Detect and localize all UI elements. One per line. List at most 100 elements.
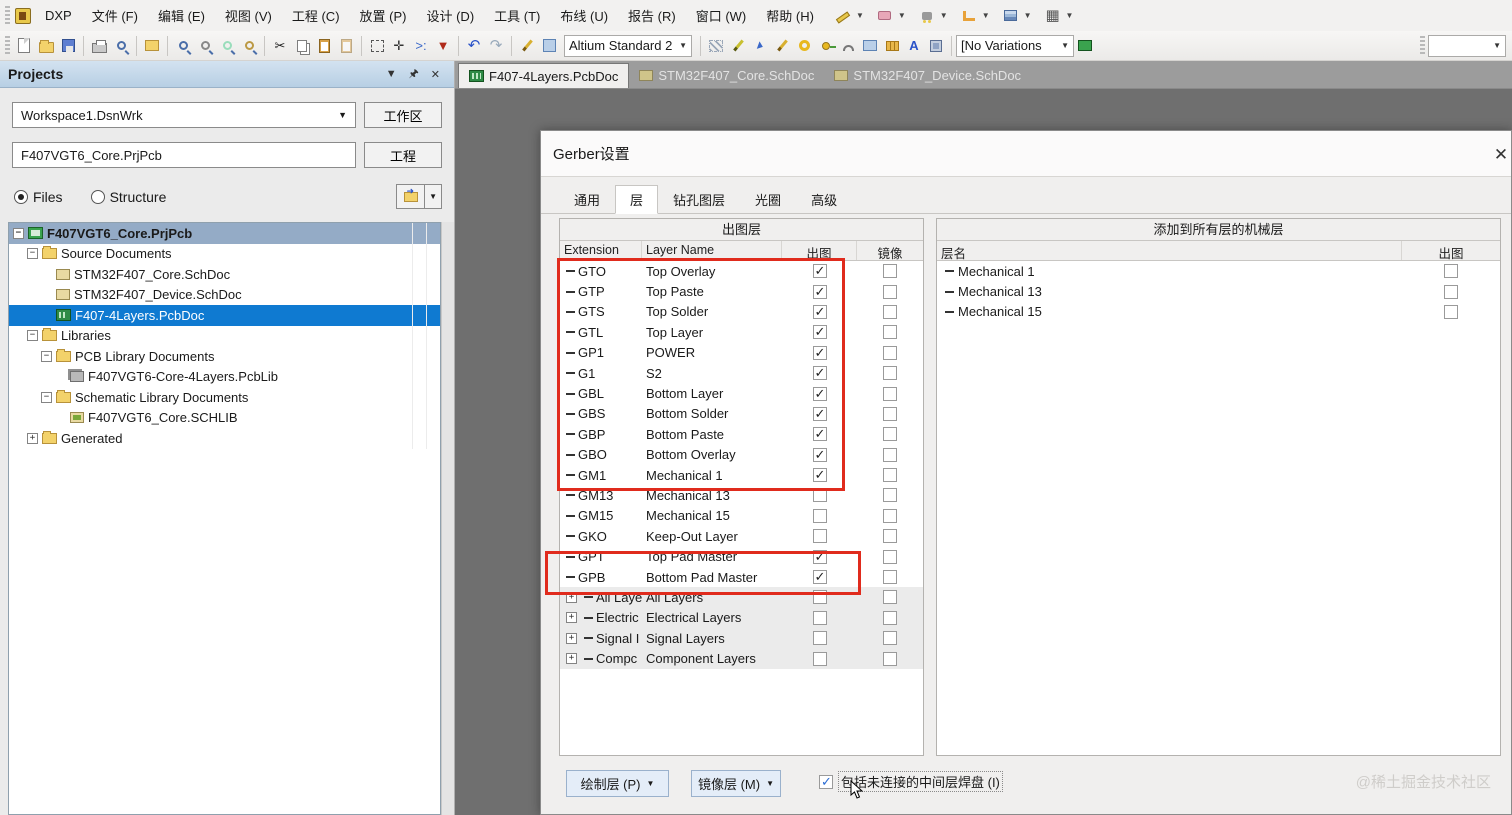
mirror-checkbox-gbo[interactable]: [883, 447, 897, 462]
toolbar-grip-3[interactable]: [1420, 35, 1425, 56]
menu-item-1[interactable]: 编辑 (E): [148, 2, 215, 29]
select-rect-icon[interactable]: [367, 36, 387, 55]
clear-filter-icon[interactable]: ▼: [433, 36, 453, 55]
dialog-tab-4[interactable]: 高级: [796, 185, 853, 214]
print-icon[interactable]: [89, 36, 109, 55]
plot-checkbox-gpt[interactable]: [812, 549, 827, 565]
col-plot2[interactable]: 出图: [1402, 241, 1500, 260]
mech-plot-checkbox-1[interactable]: [1444, 284, 1458, 299]
mirror-checkbox-gbs[interactable]: [883, 406, 897, 421]
zoom-document-icon[interactable]: [173, 36, 193, 55]
project-field[interactable]: F407VGT6_Core.PrjPcb: [12, 142, 356, 168]
hatch-fill-icon[interactable]: [706, 36, 726, 55]
mech-layer-row-1[interactable]: Mechanical 13: [937, 281, 1500, 302]
tree-item-source-documents[interactable]: − Source Documents: [9, 243, 440, 264]
route-tool-icon[interactable]: [959, 6, 979, 25]
tree-item-f407-4layers-pcbdoc[interactable]: F407-4Layers.PcbDoc: [9, 305, 440, 326]
mirror-checkbox-gpb[interactable]: [883, 570, 897, 585]
menu-item-5[interactable]: 设计 (D): [416, 2, 484, 29]
expand-icon[interactable]: +: [566, 653, 577, 665]
measure-tool-icon-group[interactable]: ▼: [830, 4, 870, 27]
component-icon[interactable]: [926, 36, 946, 55]
layer-row-gtp[interactable]: GTP Top Paste: [560, 281, 923, 302]
open-document-icon[interactable]: [36, 36, 56, 55]
plot-checkbox-group-1[interactable]: [812, 610, 827, 625]
redo-icon[interactable]: ↷: [486, 36, 506, 55]
plot-checkbox-gto[interactable]: [812, 263, 827, 279]
collapse-icon[interactable]: −: [41, 350, 52, 362]
mirror-checkbox-gts[interactable]: [883, 304, 897, 319]
fill-rect-icon[interactable]: [860, 36, 880, 55]
chevron-down-icon[interactable]: ▼: [856, 11, 864, 20]
mirror-checkbox-group-0[interactable]: [883, 590, 897, 605]
menu-item-7[interactable]: 布线 (U): [550, 2, 618, 29]
layer-row-gbo[interactable]: GBO Bottom Overlay: [560, 444, 923, 465]
tree-item-stm32f407-core-schdoc[interactable]: STM32F407_Core.SchDoc: [9, 264, 440, 285]
chevron-down-icon[interactable]: ▼: [982, 11, 990, 20]
plot-checkbox-gm1[interactable]: [812, 467, 827, 483]
zoom-area-icon[interactable]: [195, 36, 215, 55]
dialog-tab-1[interactable]: 层: [615, 185, 659, 214]
layer-row-gp1[interactable]: GP1 POWER: [560, 342, 923, 363]
donut-pad-icon[interactable]: [794, 36, 814, 55]
panel-pin-icon[interactable]: 🖈: [403, 65, 425, 84]
open-project-button[interactable]: ▼: [396, 184, 442, 209]
cut-icon[interactable]: ✂: [270, 36, 290, 55]
layer-row-gpt[interactable]: GPT Top Pad Master: [560, 546, 923, 567]
plot-checkbox-gbo[interactable]: [812, 447, 827, 463]
mirror-checkbox-gtp[interactable]: [883, 284, 897, 299]
menu-item-10[interactable]: 帮助 (H): [756, 2, 824, 29]
chevron-down-icon[interactable]: ▼: [940, 11, 948, 20]
collapse-icon[interactable]: −: [41, 391, 52, 403]
expand-icon[interactable]: +: [566, 632, 577, 644]
plot-checkbox-group-0[interactable]: [812, 590, 827, 605]
layer-row-g1[interactable]: G1 S2: [560, 362, 923, 384]
via-pin-icon[interactable]: [816, 36, 836, 55]
mech-plot-checkbox-2[interactable]: [1444, 304, 1458, 319]
tree-item-stm32f407-device-schdoc[interactable]: STM32F407_Device.SchDoc: [9, 284, 440, 305]
col-extension[interactable]: Extension: [560, 241, 642, 260]
mirror-checkbox-gp1[interactable]: [883, 345, 897, 360]
expand-icon[interactable]: +: [27, 432, 38, 444]
mirror-checkbox-g1[interactable]: [883, 366, 897, 381]
layer-row-gbl[interactable]: GBL Bottom Layer: [560, 383, 923, 404]
collapse-icon[interactable]: −: [27, 248, 38, 260]
mirror-checkbox-gbp[interactable]: [883, 427, 897, 442]
doc-tab-1[interactable]: STM32F407_Core.SchDoc: [629, 63, 824, 88]
text-string-icon[interactable]: A: [904, 36, 924, 55]
plot-checkbox-gko[interactable]: [812, 529, 827, 544]
plot-checkbox-g1[interactable]: [812, 365, 827, 381]
radio-files[interactable]: Files: [14, 189, 63, 205]
undo-icon[interactable]: ↶: [464, 36, 484, 55]
pencil-probe-icon[interactable]: [772, 36, 792, 55]
workspace-button[interactable]: 工作区: [364, 102, 442, 128]
pad-tool-icon-group[interactable]: ▼: [872, 4, 912, 27]
print-preview-icon[interactable]: [111, 36, 131, 55]
mirror-checkbox-group-2[interactable]: [883, 631, 897, 646]
col-layer-name[interactable]: Layer Name: [642, 241, 782, 260]
layer-row-gm1[interactable]: GM1 Mechanical 1: [560, 464, 923, 486]
plot-checkbox-gbp[interactable]: [812, 426, 827, 442]
collapse-icon[interactable]: −: [27, 330, 38, 342]
expand-icon[interactable]: +: [566, 591, 577, 603]
toolbar-grip-2[interactable]: [5, 35, 10, 56]
panel-scrollbar[interactable]: [441, 222, 454, 815]
collapse-icon[interactable]: −: [13, 227, 24, 239]
plot-checkbox-gts[interactable]: [812, 304, 827, 320]
window-icon[interactable]: [142, 36, 162, 55]
menu-item-8[interactable]: 报告 (R): [618, 2, 686, 29]
mech-layer-row-2[interactable]: Mechanical 15: [937, 301, 1500, 323]
include-unconnected-checkbox[interactable]: [819, 774, 833, 790]
col-layer-name2[interactable]: 层名: [937, 241, 1402, 260]
layer-group-row-0[interactable]: + All Laye All Layers: [560, 587, 923, 608]
plot-checkbox-gtl[interactable]: [812, 324, 827, 340]
paste-icon[interactable]: [314, 36, 334, 55]
mirror-checkbox-gpt[interactable]: [883, 549, 897, 564]
wire-icon[interactable]: [728, 36, 748, 55]
dialog-tab-0[interactable]: 通用: [559, 185, 616, 214]
menu-item-2[interactable]: 视图 (V): [215, 2, 282, 29]
layer-row-gm13[interactable]: GM13 Mechanical 13: [560, 485, 923, 506]
interactive-wire-icon[interactable]: [517, 36, 537, 55]
panel-menu-dropdown-icon[interactable]: ▼: [380, 68, 403, 80]
save-icon[interactable]: [58, 36, 78, 55]
